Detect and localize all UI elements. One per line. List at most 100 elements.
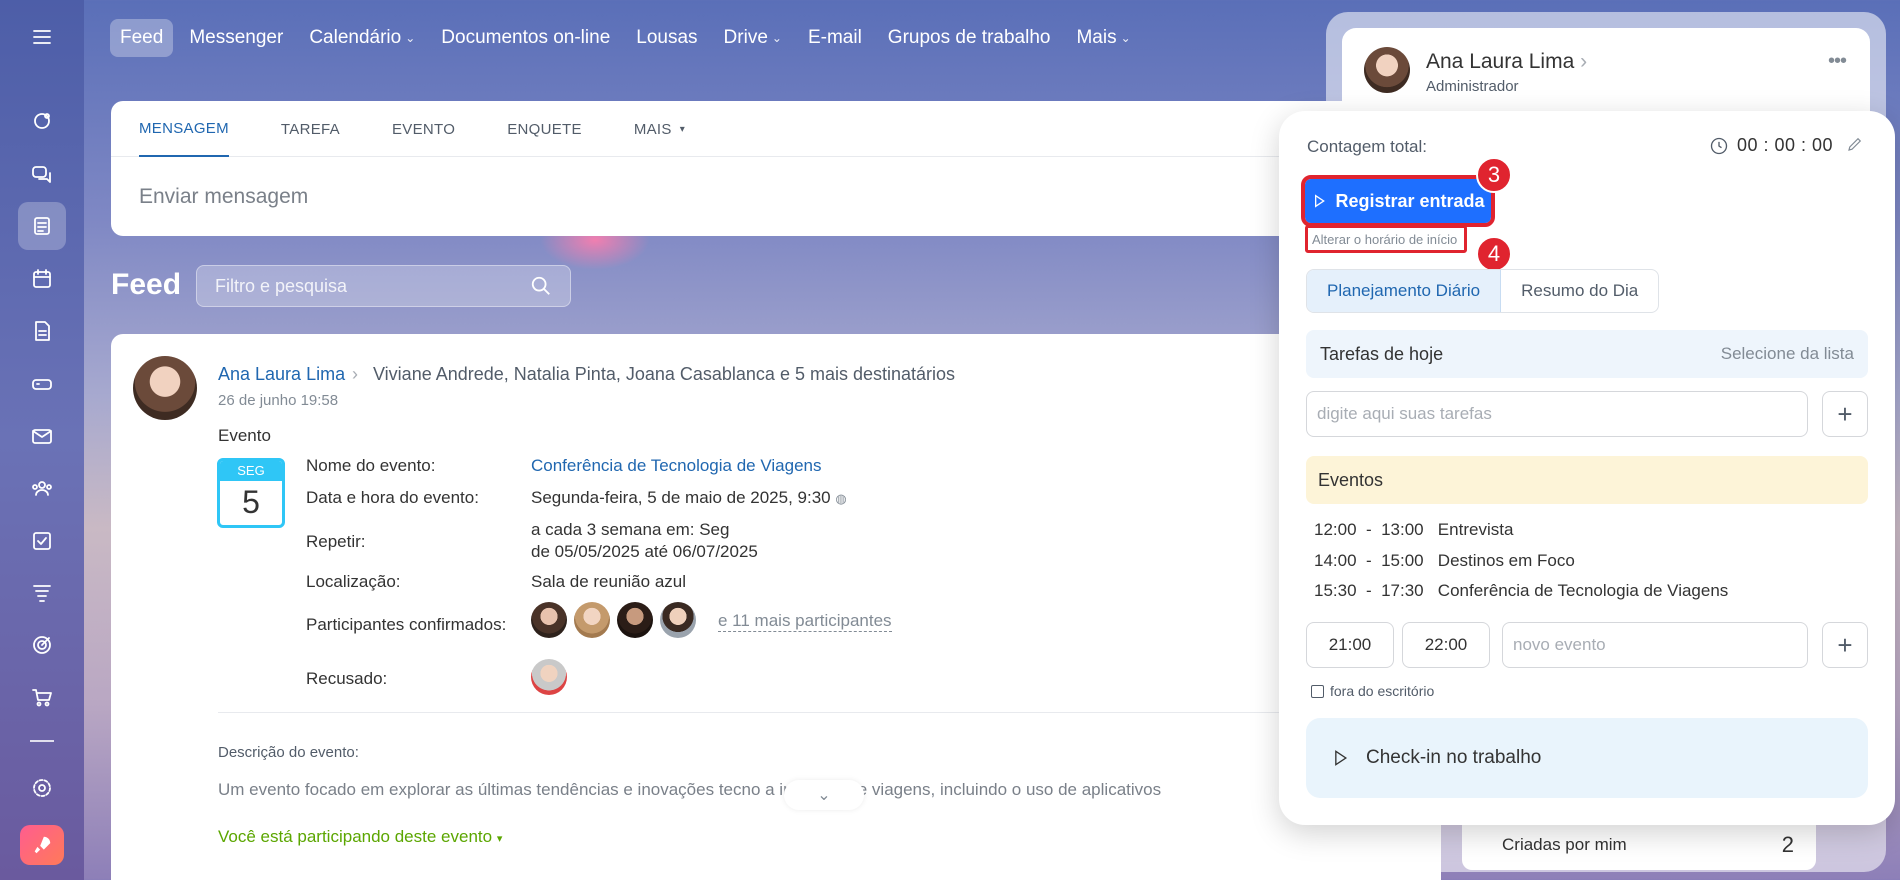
nav-documents[interactable]: Documentos on-line <box>431 19 620 57</box>
checkin-button[interactable]: Check-in no trabalho <box>1306 718 1868 798</box>
caret-down-icon: ▾ <box>679 123 686 135</box>
nav-more[interactable]: Mais ⌄ <box>1066 19 1140 57</box>
user-name[interactable]: Ana Laura Lima › <box>1426 50 1587 74</box>
top-navigation: Feed Messenger Calendário ⌄ Documentos on… <box>110 18 1141 58</box>
participant-avatar[interactable] <box>660 602 696 638</box>
clock-icon <box>1710 137 1728 154</box>
document-icon[interactable] <box>18 307 66 355</box>
participation-status[interactable]: Você está participando deste evento ▾ <box>218 827 502 847</box>
nav-email[interactable]: E-mail <box>798 19 872 57</box>
participant-avatar[interactable] <box>531 602 567 638</box>
event-location-label: Localização: <box>306 572 401 591</box>
globe-icon: ◍ <box>835 491 847 506</box>
nav-drive[interactable]: Drive ⌄ <box>714 19 792 57</box>
add-task-button[interactable]: + <box>1822 391 1868 437</box>
tab-task[interactable]: TAREFA <box>281 101 340 157</box>
tab-message[interactable]: MENSAGEM <box>139 101 229 157</box>
calendar-day: 5 <box>242 484 260 520</box>
post-author[interactable]: Ana Laura Lima <box>218 364 345 385</box>
chevron-down-icon: ⌄ <box>1120 31 1131 45</box>
step-marker-3: 3 <box>1476 157 1512 193</box>
search-placeholder: Filtro e pesquisa <box>215 275 348 296</box>
task-input[interactable]: digite aqui suas tarefas <box>1306 391 1808 437</box>
settings-icon[interactable] <box>18 764 66 812</box>
participant-avatar[interactable] <box>574 602 610 638</box>
clock-in-button[interactable]: Registrar entrada <box>1301 175 1495 227</box>
message-input[interactable]: Enviar mensagem <box>111 157 1411 237</box>
event-start-time-input[interactable]: 21:00 <box>1306 622 1394 668</box>
avatar[interactable] <box>133 356 197 420</box>
more-participants-link[interactable]: e 11 mais participantes <box>718 611 892 632</box>
created-by-me-row[interactable]: Criadas por mim 2 <box>1462 820 1816 870</box>
avatar[interactable] <box>1364 47 1410 93</box>
post-recipients[interactable]: Viviane Andrede, Natalia Pinta, Joana Ca… <box>373 364 955 385</box>
tab-poll[interactable]: ENQUETE <box>507 101 582 157</box>
timer: 00 : 00 : 00 <box>1709 135 1833 156</box>
select-from-list-link[interactable]: Selecione da lista <box>1721 344 1854 364</box>
checkbox[interactable] <box>1311 684 1324 698</box>
nav-messenger[interactable]: Messenger <box>179 19 293 57</box>
out-of-office-checkbox[interactable]: fora do escritório <box>1311 683 1434 699</box>
drive-icon[interactable] <box>18 360 66 408</box>
declined-label: Recusado: <box>306 669 388 688</box>
search-input[interactable]: Filtro e pesquisa <box>196 265 571 307</box>
event-end-time-input[interactable]: 22:00 <box>1402 622 1490 668</box>
caret-down-icon: ▾ <box>496 833 503 845</box>
cart-icon[interactable] <box>18 673 66 721</box>
today-tasks-header: Tarefas de hoje Selecione da lista <box>1306 330 1868 378</box>
mail-icon[interactable] <box>18 412 66 460</box>
nav-feed[interactable]: Feed <box>110 19 174 57</box>
activity-icon[interactable] <box>18 97 66 145</box>
calendar-icon: SEG 5 <box>217 458 285 528</box>
description-text: Um evento focado em explorar as últimas … <box>218 780 1162 799</box>
event-item[interactable]: 14:00 - 15:00 Destinos em Foco <box>1314 551 1575 571</box>
created-by-me-label: Criadas por mim <box>1502 835 1627 854</box>
total-count-label: Contagem total: <box>1307 137 1428 156</box>
new-event-input[interactable]: novo evento <box>1502 622 1808 668</box>
event-item[interactable]: 12:00 - 13:00 Entrevista <box>1314 520 1513 540</box>
change-start-time-link[interactable]: Alterar o horário de início <box>1305 225 1467 253</box>
event-repeat-rule: a cada 3 semana em: Seg <box>531 520 730 539</box>
play-icon <box>1315 194 1326 208</box>
nav-boards[interactable]: Lousas <box>626 19 707 57</box>
tab-daily-planning[interactable]: Planejamento Diário <box>1307 270 1502 312</box>
edit-icon[interactable] <box>1846 135 1864 158</box>
tab-more[interactable]: MAIS ▾ <box>634 101 685 157</box>
user-panel-header <box>1342 28 1870 118</box>
participant-avatar[interactable] <box>531 659 567 695</box>
event-name-label: Nome do evento: <box>306 456 436 475</box>
page-title: Feed <box>111 268 182 301</box>
play-icon <box>1335 750 1348 766</box>
event-datetime-label: Data e hora do evento: <box>306 488 479 507</box>
menu-icon[interactable] <box>18 13 66 61</box>
participant-avatar[interactable] <box>617 602 653 638</box>
search-icon[interactable] <box>530 275 552 297</box>
feed-icon[interactable] <box>18 202 66 250</box>
tasks-icon[interactable] <box>18 517 66 565</box>
add-event-button[interactable]: + <box>1822 622 1868 668</box>
event-item[interactable]: 15:30 - 17:30 Conferência de Tecnologia … <box>1314 581 1728 601</box>
event-datetime: Segunda-feira, 5 de maio de 2025, 9:30 ◍ <box>531 488 847 507</box>
rocket-icon[interactable] <box>20 825 64 865</box>
more-options-icon[interactable]: ••• <box>1828 50 1847 73</box>
chat-icon[interactable] <box>18 150 66 198</box>
tab-event[interactable]: EVENTO <box>392 101 455 157</box>
expand-button[interactable]: ⌄ <box>784 780 864 810</box>
worktime-popup: Contagem total: 00 : 00 : 00 Registrar e… <box>1279 111 1895 825</box>
calendar-month: SEG <box>220 461 282 481</box>
calendar-icon[interactable] <box>18 255 66 303</box>
feed-post: Ana Laura Lima › Viviane Andrede, Natali… <box>111 334 1441 880</box>
groups-icon[interactable] <box>18 464 66 512</box>
target-icon[interactable] <box>18 621 66 669</box>
post-composer: MENSAGEM TAREFA EVENTO ENQUETE MAIS ▾ Env… <box>111 101 1411 236</box>
rail-divider <box>30 740 54 742</box>
post-date[interactable]: 26 de junho 19:58 <box>218 392 338 409</box>
tab-day-summary[interactable]: Resumo do Dia <box>1501 270 1658 312</box>
event-repeat-label: Repetir: <box>306 532 366 551</box>
filter-icon[interactable] <box>18 569 66 617</box>
nav-workgroups[interactable]: Grupos de trabalho <box>878 19 1061 57</box>
event-repeat-range: de 05/05/2025 até 06/07/2025 <box>531 542 758 561</box>
event-name-link[interactable]: Conferência de Tecnologia de Viagens <box>531 456 821 476</box>
created-by-me-count: 2 <box>1781 832 1794 857</box>
nav-calendar[interactable]: Calendário ⌄ <box>299 19 425 57</box>
